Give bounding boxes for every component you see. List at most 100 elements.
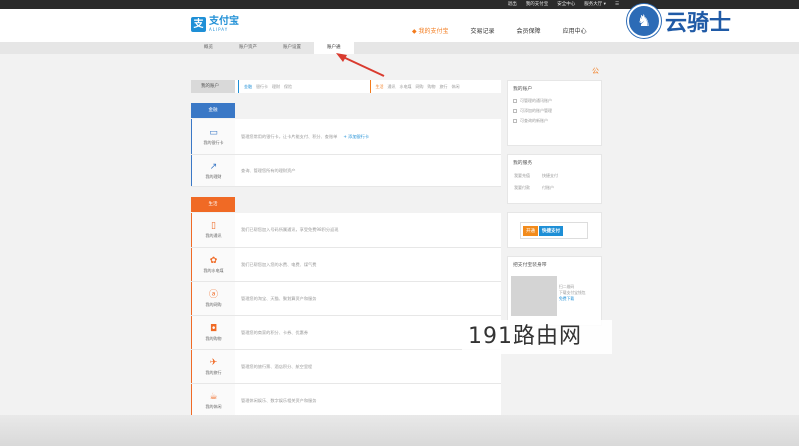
logo-cn-text: 支付宝 xyxy=(209,16,239,27)
finance-item: 银行卡 xyxy=(256,83,268,89)
row-description: 我们已帮您加入您的水费、电费、煤气费 xyxy=(241,261,317,267)
finance-item: 保险 xyxy=(284,83,292,89)
page-bottom-fade xyxy=(0,415,799,446)
life-row-online-shopping[interactable]: ⓐ 我的网购 管理您的淘宝、天猫、聚划算资产和服务 xyxy=(191,282,501,316)
side-account-item[interactable]: 可添加的账户管理 xyxy=(508,106,601,116)
logo-en-text: ALIPAY xyxy=(209,27,229,32)
service-link[interactable]: 我要充值 xyxy=(514,173,530,179)
alipay-logo-icon: 支 xyxy=(191,16,206,32)
life-row-travel[interactable]: ✈ 我的旅行 管理您的旅行票、酒店积分、航空里程 xyxy=(191,350,501,384)
tab-overview[interactable]: 概览 xyxy=(191,42,226,54)
row-label: 我的通讯 xyxy=(205,233,222,238)
life-row-telecom[interactable]: ▯ 我的通讯 我们已帮您加入号码所属通讯，享受免费98积分返现 xyxy=(191,213,501,248)
life-section-tag: 生活 xyxy=(191,197,235,212)
row-label: 我的旅行 xyxy=(205,369,222,375)
row-description: 管理休闲娱乐、数字娱乐相关资产和服务 xyxy=(241,398,317,403)
quickpay-open-button[interactable]: 开通 xyxy=(523,225,538,236)
row-label: 我的理财 xyxy=(205,173,222,179)
checkbox-icon xyxy=(513,119,517,123)
service-hall-link[interactable]: 服务大厅 ▾ xyxy=(584,1,606,8)
nav-transactions[interactable]: 交易记录 xyxy=(471,26,495,35)
top-links: 退出 我的支付宝 安全中心 服务大厅 ▾ ☰ xyxy=(508,1,619,8)
finance-section-tag: 金融 xyxy=(191,103,235,118)
account-summary-row: 我的账户 金融 银行卡 理财 保险 生活 通讯 水电煤 网购 购物 旅行 休闲 xyxy=(191,80,501,93)
menu-icon[interactable]: ☰ xyxy=(615,1,619,8)
side-item-label: 可管理的通讯账户 xyxy=(520,98,552,103)
side-services-card: 我的服务 我要充值 快捷支付 我要付款 付账户 xyxy=(507,154,602,204)
sub-nav: 概览 账户资产 账户设置 账户通 xyxy=(0,42,799,54)
alipay-logo[interactable]: 支 支付宝 ALIPAY xyxy=(191,16,239,32)
qr-title: 把支付宝装身带 xyxy=(513,263,547,268)
row-label: 我的网购 xyxy=(205,301,222,307)
quickpay-name: 快捷支付 xyxy=(539,225,563,236)
side-item-label: 可查询的新账户 xyxy=(520,118,548,123)
row-description: 管理您的商家的积分、卡券、优惠券 xyxy=(241,329,309,335)
nav-my-alipay[interactable]: ◆ 我的支付宝 xyxy=(412,26,449,35)
row-label: 我的购物 xyxy=(205,335,222,341)
finance-item: 理财 xyxy=(272,83,280,89)
tab-settings[interactable]: 账户设置 xyxy=(270,42,314,54)
account-label: 我的账户 xyxy=(191,80,235,93)
row-description: 管理您的淘宝、天猫、聚划算资产和服务 xyxy=(241,295,317,301)
plane-icon: ✈ xyxy=(209,357,218,368)
side-accounts-card: 我的账户 可管理的通讯账户 可添加的账户管理 可查询的新账户 xyxy=(507,80,602,146)
row-description: 查询、管理您所有的理财资产 xyxy=(241,167,296,173)
life-item: 网购 xyxy=(415,83,424,89)
service-link[interactable]: 快捷支付 xyxy=(542,173,558,179)
life-summary[interactable]: 生活 通讯 水电煤 网购 购物 旅行 休闲 xyxy=(369,80,502,93)
side-services-title: 我的服务 xyxy=(513,161,533,166)
logout-link[interactable]: 退出 xyxy=(508,1,517,8)
row-description: 管理您常用的银行卡，让卡片能支付、积分、查账单 xyxy=(241,133,338,139)
tab-account-link[interactable]: 账户通 xyxy=(314,42,354,54)
life-item: 休闲 xyxy=(451,83,460,89)
tab-assets[interactable]: 账户资产 xyxy=(226,42,270,54)
life-row-leisure[interactable]: ☕ 我的休闲 管理休闲娱乐、数字娱乐相关资产和服务 xyxy=(191,384,501,419)
checkbox-icon xyxy=(513,109,517,113)
ad-icon[interactable]: 公 xyxy=(592,66,599,76)
side-account-item[interactable]: 可管理的通讯账户 xyxy=(508,96,601,106)
finance-rows: ▭ 我的银行卡 管理您常用的银行卡，让卡片能支付、积分、查账单 + 添加银行卡 … xyxy=(191,119,501,187)
card-icon: ▭ xyxy=(209,127,218,138)
service-link[interactable]: 付账户 xyxy=(542,185,554,191)
row-description: 我们已帮您加入号码所属通讯，享受免费98积分返现 xyxy=(241,227,339,232)
phone-icon: ▯ xyxy=(211,221,216,231)
life-row-utilities[interactable]: ✿ 我的水电煤 我们已帮您加入您的水费、电费、煤气费 xyxy=(191,248,501,282)
coffee-icon: ☕ xyxy=(209,392,218,402)
knight-icon: ♞ xyxy=(627,4,661,38)
finance-row-bankcard[interactable]: ▭ 我的银行卡 管理您常用的银行卡，让卡片能支付、积分、查账单 + 添加银行卡 xyxy=(191,119,501,155)
row-description: 管理您的旅行票、酒店积分、航空里程 xyxy=(241,363,313,369)
life-item: 通讯 xyxy=(387,83,396,89)
finance-summary[interactable]: 金融 银行卡 理财 保险 xyxy=(238,80,370,93)
row-label: 我的银行卡 xyxy=(203,139,224,145)
main-nav: ◆ 我的支付宝 交易记录 会员保障 应用中心 xyxy=(412,26,587,35)
yunqishi-watermark: ♞ 云骑士 xyxy=(627,4,731,38)
qr-download-link[interactable]: 免费下载 xyxy=(559,296,586,302)
row-label: 我的水电煤 xyxy=(203,267,224,273)
nav-member-protection[interactable]: 会员保障 xyxy=(517,26,541,35)
shopping-icon: ⓐ xyxy=(208,289,218,300)
watermark-text: 云骑士 xyxy=(665,10,732,36)
bag-icon: ◘ xyxy=(209,323,218,334)
life-key: 生活 xyxy=(375,83,384,89)
side-accounts-title: 我的账户 xyxy=(513,87,533,92)
side-item-label: 可添加的账户管理 xyxy=(520,108,552,113)
chart-icon: ↗ xyxy=(209,161,218,172)
finance-row-wealth[interactable]: ↗ 我的理财 查询、管理您所有的理财资产 xyxy=(191,155,501,187)
utility-icon: ✿ xyxy=(209,255,218,266)
finance-key: 金融 xyxy=(244,83,252,89)
checkbox-icon xyxy=(513,99,517,103)
security-center-link[interactable]: 安全中心 xyxy=(557,1,575,8)
nav-app-center[interactable]: 应用中心 xyxy=(563,26,587,35)
qr-text: 扫二维码 下载支付宝钱包 免费下载 xyxy=(559,284,586,302)
router-watermark: 191路由网 xyxy=(462,320,612,354)
service-link[interactable]: 我要付款 xyxy=(514,185,530,191)
my-alipay-link[interactable]: 我的支付宝 xyxy=(526,1,549,8)
quickpay-banner[interactable]: 开通 快捷支付 xyxy=(520,222,588,239)
side-account-item[interactable]: 可查询的新账户 xyxy=(508,116,601,126)
row-label: 我的休闲 xyxy=(205,404,222,409)
life-row-shopping[interactable]: ◘ 我的购物 管理您的商家的积分、卡券、优惠券 xyxy=(191,316,501,350)
life-item: 旅行 xyxy=(439,83,448,89)
life-item: 水电煤 xyxy=(399,83,412,89)
qr-code-image xyxy=(511,276,557,316)
add-bankcard-link[interactable]: + 添加银行卡 xyxy=(343,134,369,140)
